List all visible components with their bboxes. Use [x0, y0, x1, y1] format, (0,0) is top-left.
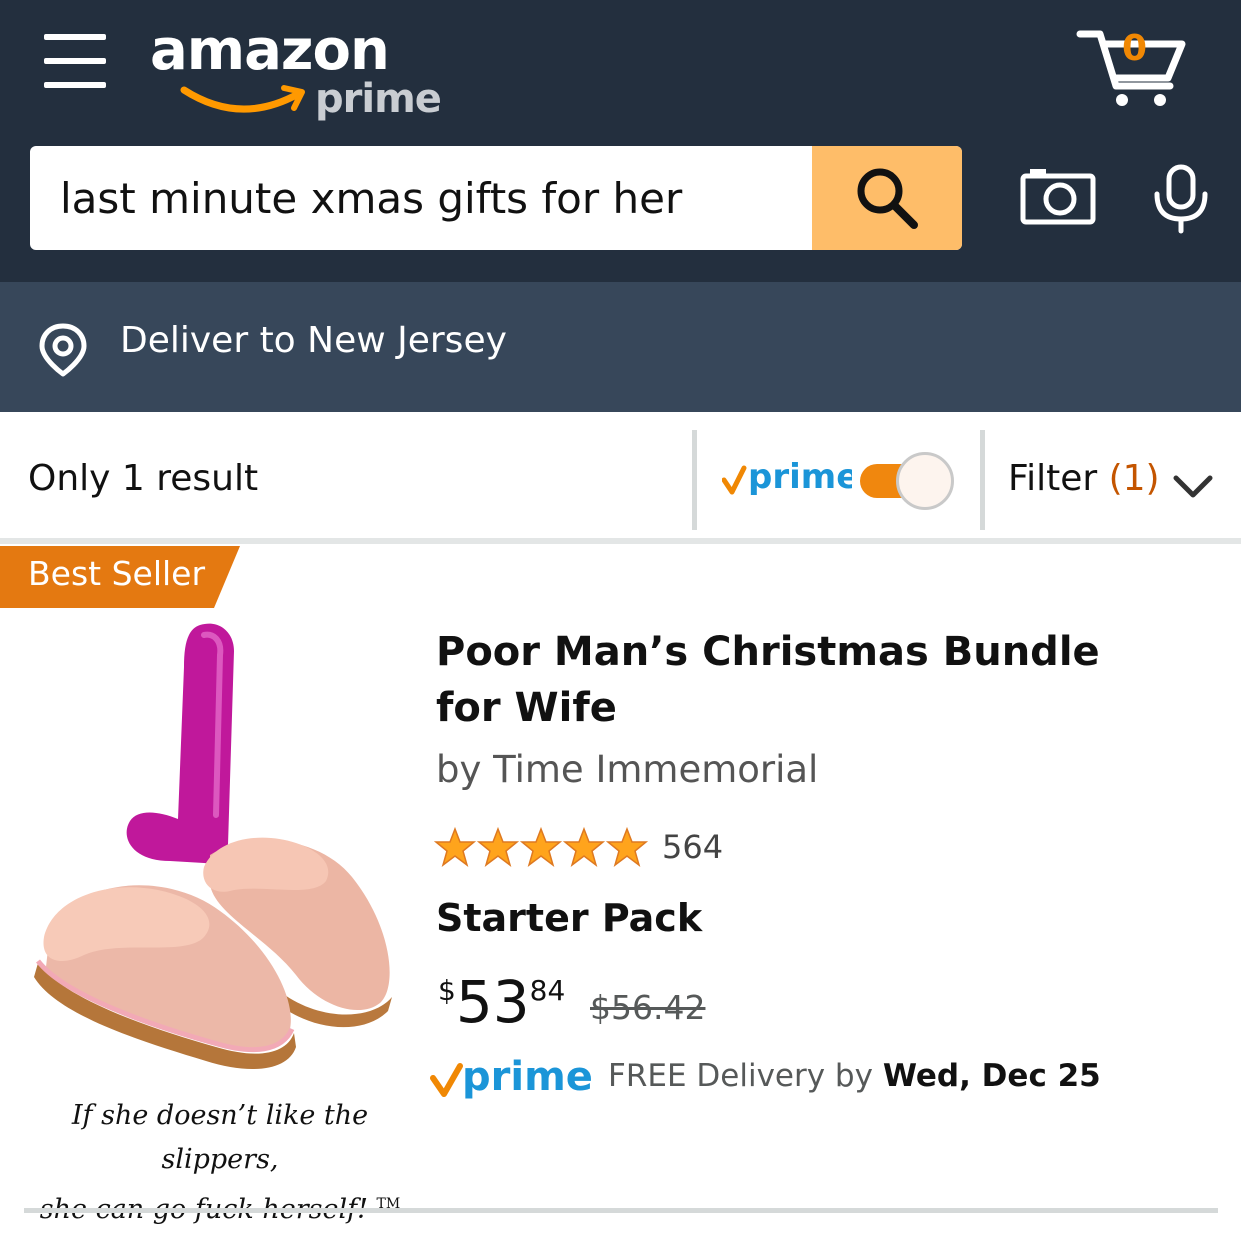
product-image[interactable] — [20, 615, 420, 1085]
cart-button[interactable]: 0 — [1074, 22, 1194, 112]
svg-text:prime: prime — [462, 1054, 593, 1100]
results-toolbar: Only 1 result prime Filter (1) — [0, 412, 1241, 542]
delivery-info: FREE Delivery by Wed, Dec 25 — [608, 1058, 1101, 1094]
deliver-to-text: Deliver to New Jersey — [120, 320, 507, 361]
svg-text:prime: prime — [748, 457, 852, 497]
caption-line-1: If she doesn’t like the slippers, — [71, 1100, 369, 1175]
result-count-text: Only 1 result — [28, 458, 259, 499]
list-price: $56.42 — [590, 988, 706, 1027]
review-count[interactable]: 564 — [662, 828, 723, 866]
search-icon — [857, 168, 918, 229]
deliver-to-bar[interactable]: Deliver to New Jersey — [0, 282, 1241, 412]
search-button[interactable] — [812, 146, 962, 250]
toolbar-divider — [980, 430, 985, 530]
price-whole: 53 — [455, 968, 530, 1036]
section-divider — [0, 538, 1241, 544]
prime-filter-logo: prime — [722, 457, 852, 497]
logo-wordmark: amazon — [150, 18, 390, 83]
amazon-prime-logo[interactable]: amazon prime — [150, 18, 450, 128]
filter-label: Filter — [1008, 458, 1098, 499]
top-header: amazon prime 0 — [0, 0, 1241, 282]
cart-count: 0 — [1122, 28, 1148, 69]
price-symbol: $ — [438, 974, 456, 1007]
hamburger-menu-icon[interactable] — [44, 34, 106, 90]
filter-count: (1) — [1108, 458, 1160, 499]
delivery-prefix: FREE Delivery by — [608, 1058, 873, 1094]
delivery-date: Wed, Dec 25 — [882, 1058, 1101, 1094]
badge-label: Best Seller — [28, 554, 206, 593]
toolbar-divider — [692, 430, 697, 530]
chevron-down-icon[interactable] — [1172, 474, 1214, 500]
search-input[interactable] — [30, 146, 812, 250]
search-bar — [30, 146, 962, 250]
product-price: $5384 — [438, 968, 565, 1036]
microphone-icon[interactable] — [1150, 164, 1212, 234]
smile-arrow-icon — [180, 85, 305, 113]
price-fraction: 84 — [529, 974, 566, 1007]
prime-toggle-switch[interactable] — [858, 452, 956, 510]
logo-prime-text: prime — [315, 76, 442, 122]
location-pin-icon — [39, 323, 87, 377]
product-title[interactable]: Poor Man’s Christmas Bundle for Wife — [436, 624, 1136, 736]
camera-icon[interactable] — [1020, 164, 1096, 226]
prime-logo: prime — [430, 1054, 593, 1100]
star-rating[interactable] — [434, 826, 654, 870]
product-variant: Starter Pack — [436, 896, 703, 940]
result-divider — [24, 1208, 1218, 1213]
filter-button[interactable]: Filter (1) — [1008, 458, 1160, 499]
product-brand[interactable]: by Time Immemorial — [436, 748, 818, 791]
best-seller-badge: Best Seller — [0, 546, 240, 608]
